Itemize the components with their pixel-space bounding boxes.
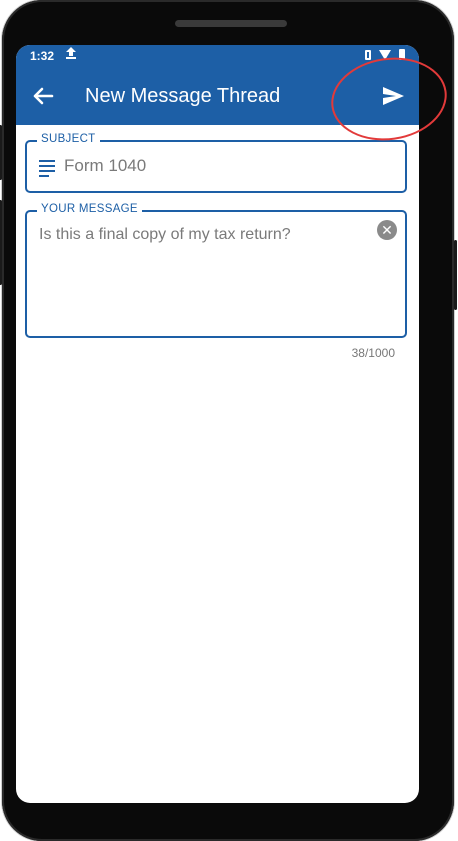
message-label: YOUR MESSAGE <box>37 203 142 215</box>
message-input[interactable]: Is this a final copy of my tax return? <box>39 226 369 326</box>
clear-icon[interactable]: ✕ <box>377 220 397 240</box>
vibrate-icon <box>365 49 371 60</box>
back-button[interactable] <box>28 81 58 111</box>
subject-label: SUBJECT <box>37 133 100 145</box>
subject-lines-icon <box>39 160 55 177</box>
status-time: 1:32 <box>30 49 55 63</box>
subject-input[interactable] <box>64 156 384 176</box>
side-button <box>454 240 457 310</box>
power-button <box>0 200 2 285</box>
screen: 1:32 New Message Thread SUBJECT Form 104… <box>16 45 419 803</box>
arrow-back-icon <box>33 87 54 105</box>
speaker-grille <box>175 20 287 27</box>
upload-icon <box>66 47 76 62</box>
message-field[interactable]: YOUR MESSAGE Is this a final copy of my … <box>25 203 407 338</box>
page-title: New Message Thread <box>85 85 281 107</box>
status-bar: 1:32 <box>16 45 419 67</box>
character-counter: 38/1000 <box>351 346 395 360</box>
volume-button <box>0 125 2 180</box>
subject-field[interactable]: SUBJECT <box>25 133 407 193</box>
